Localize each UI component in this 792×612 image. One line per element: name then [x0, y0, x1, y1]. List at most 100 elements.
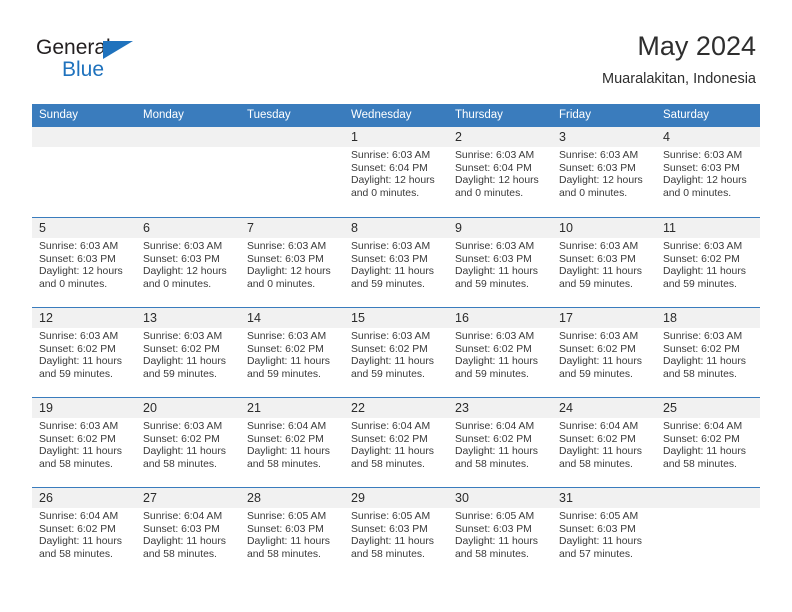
- day-cell[interactable]: 26 Sunrise: 6:04 AM Sunset: 6:02 PM Dayligh…: [32, 487, 136, 577]
- daylight-text-line2: and 58 minutes.: [247, 458, 321, 470]
- day-number: 16: [455, 311, 469, 325]
- sunset-text: Sunset: 6:02 PM: [39, 523, 116, 535]
- day-details: Sunrise: 6:03 AM Sunset: 6:03 PM Daylight:…: [344, 238, 448, 291]
- sunrise-text: Sunrise: 6:05 AM: [455, 511, 535, 522]
- daylight-text-line1: Daylight: 11 hours: [559, 356, 642, 368]
- day-cell[interactable]: 22 Sunrise: 6:04 AM Sunset: 6:02 PM Dayligh…: [344, 397, 448, 487]
- day-cell[interactable]: 6 Sunrise: 6:03 AM Sunset: 6:03 PM Daylight…: [136, 217, 240, 307]
- day-details: Sunrise: 6:03 AM Sunset: 6:03 PM Daylight:…: [656, 147, 760, 200]
- day-details: Sunrise: 6:03 AM Sunset: 6:02 PM Daylight:…: [136, 328, 240, 381]
- day-cell[interactable]: 5 Sunrise: 6:03 AM Sunset: 6:03 PM Daylight…: [32, 217, 136, 307]
- day-cell[interactable]: 1 Sunrise: 6:03 AM Sunset: 6:04 PM Daylight…: [344, 127, 448, 217]
- day-cell[interactable]: 8 Sunrise: 6:03 AM Sunset: 6:03 PM Daylight…: [344, 217, 448, 307]
- sunrise-text: Sunrise: 6:03 AM: [663, 241, 743, 252]
- calendar-body: 1 Sunrise: 6:03 AM Sunset: 6:04 PM Daylight…: [32, 127, 760, 577]
- daylight-text-line1: Daylight: 11 hours: [247, 536, 330, 548]
- sunset-text: Sunset: 6:03 PM: [559, 253, 636, 265]
- day-cell[interactable]: 17 Sunrise: 6:03 AM Sunset: 6:02 PM Dayligh…: [552, 307, 656, 397]
- day-cell[interactable]: 31 Sunrise: 6:05 AM Sunset: 6:03 PM Dayligh…: [552, 487, 656, 577]
- day-cell[interactable]: 19 Sunrise: 6:03 AM Sunset: 6:02 PM Dayligh…: [32, 397, 136, 487]
- general-blue-logo[interactable]: General Blue: [36, 36, 166, 84]
- day-number: 27: [143, 491, 157, 505]
- day-cell[interactable]: 18 Sunrise: 6:03 AM Sunset: 6:02 PM Dayligh…: [656, 307, 760, 397]
- daylight-text-line1: Daylight: 11 hours: [663, 266, 746, 278]
- day-details: Sunrise: 6:03 AM Sunset: 6:02 PM Daylight:…: [240, 328, 344, 381]
- daylight-text-line1: Daylight: 12 hours: [351, 175, 435, 187]
- sunrise-text: Sunrise: 6:03 AM: [39, 331, 119, 342]
- sunset-text: Sunset: 6:04 PM: [351, 162, 428, 174]
- day-details: Sunrise: 6:03 AM Sunset: 6:02 PM Daylight:…: [656, 238, 760, 291]
- day-cell[interactable]: [136, 127, 240, 217]
- day-cell[interactable]: 3 Sunrise: 6:03 AM Sunset: 6:03 PM Daylight…: [552, 127, 656, 217]
- day-cell[interactable]: 11 Sunrise: 6:03 AM Sunset: 6:02 PM Dayligh…: [656, 217, 760, 307]
- daylight-text-line1: Daylight: 12 hours: [247, 266, 331, 278]
- day-cell[interactable]: 14 Sunrise: 6:03 AM Sunset: 6:02 PM Dayligh…: [240, 307, 344, 397]
- sunrise-text: Sunrise: 6:03 AM: [143, 241, 223, 252]
- daylight-text-line2: and 58 minutes.: [143, 548, 217, 560]
- day-details: Sunrise: 6:03 AM Sunset: 6:03 PM Daylight:…: [552, 238, 656, 291]
- sunrise-text: Sunrise: 6:03 AM: [39, 241, 119, 252]
- day-cell[interactable]: 30 Sunrise: 6:05 AM Sunset: 6:03 PM Dayligh…: [448, 487, 552, 577]
- sunrise-text: Sunrise: 6:03 AM: [351, 241, 431, 252]
- day-cell[interactable]: 21 Sunrise: 6:04 AM Sunset: 6:02 PM Dayligh…: [240, 397, 344, 487]
- day-cell[interactable]: [656, 487, 760, 577]
- day-cell[interactable]: 13 Sunrise: 6:03 AM Sunset: 6:02 PM Dayligh…: [136, 307, 240, 397]
- day-cell[interactable]: 7 Sunrise: 6:03 AM Sunset: 6:03 PM Daylight…: [240, 217, 344, 307]
- day-number: 13: [143, 311, 157, 325]
- daylight-text-line2: and 59 minutes.: [351, 368, 425, 380]
- daylight-text-line1: Daylight: 11 hours: [559, 446, 642, 458]
- day-cell[interactable]: 28 Sunrise: 6:05 AM Sunset: 6:03 PM Dayligh…: [240, 487, 344, 577]
- weekday-header-tuesday: Tuesday: [240, 104, 344, 127]
- day-cell[interactable]: 27 Sunrise: 6:04 AM Sunset: 6:03 PM Dayligh…: [136, 487, 240, 577]
- week-row: 26 Sunrise: 6:04 AM Sunset: 6:02 PM Dayligh…: [32, 487, 760, 577]
- day-details: Sunrise: 6:04 AM Sunset: 6:02 PM Daylight:…: [240, 418, 344, 471]
- day-details: Sunrise: 6:05 AM Sunset: 6:03 PM Daylight:…: [240, 508, 344, 561]
- daylight-text-line2: and 58 minutes.: [247, 548, 321, 560]
- day-details: Sunrise: 6:04 AM Sunset: 6:02 PM Daylight:…: [32, 508, 136, 561]
- day-number: 18: [663, 311, 677, 325]
- sunset-text: Sunset: 6:03 PM: [455, 253, 532, 265]
- daylight-text-line1: Daylight: 12 hours: [663, 175, 747, 187]
- daylight-text-line1: Daylight: 11 hours: [351, 356, 434, 368]
- day-details: Sunrise: 6:03 AM Sunset: 6:03 PM Daylight:…: [240, 238, 344, 291]
- day-details: Sunrise: 6:03 AM Sunset: 6:04 PM Daylight:…: [344, 147, 448, 200]
- daylight-text-line2: and 58 minutes.: [663, 458, 737, 470]
- day-number: 28: [247, 491, 261, 505]
- page-header: General Blue May 2024 Muaralakitan, Indo…: [0, 0, 792, 104]
- daylight-text-line1: Daylight: 11 hours: [143, 446, 226, 458]
- sunrise-text: Sunrise: 6:04 AM: [559, 421, 639, 432]
- day-details: Sunrise: 6:03 AM Sunset: 6:04 PM Daylight:…: [448, 147, 552, 200]
- day-cell[interactable]: [32, 127, 136, 217]
- sunrise-text: Sunrise: 6:03 AM: [351, 150, 431, 161]
- day-cell[interactable]: 25 Sunrise: 6:04 AM Sunset: 6:02 PM Dayligh…: [656, 397, 760, 487]
- day-cell[interactable]: 16 Sunrise: 6:03 AM Sunset: 6:02 PM Dayligh…: [448, 307, 552, 397]
- daylight-text-line1: Daylight: 11 hours: [39, 446, 122, 458]
- day-cell[interactable]: 9 Sunrise: 6:03 AM Sunset: 6:03 PM Daylight…: [448, 217, 552, 307]
- sunrise-text: Sunrise: 6:03 AM: [663, 331, 743, 342]
- sunrise-text: Sunrise: 6:03 AM: [247, 241, 327, 252]
- sunrise-text: Sunrise: 6:05 AM: [247, 511, 327, 522]
- sunrise-text: Sunrise: 6:05 AM: [351, 511, 431, 522]
- day-cell[interactable]: 15 Sunrise: 6:03 AM Sunset: 6:02 PM Dayligh…: [344, 307, 448, 397]
- sunrise-text: Sunrise: 6:04 AM: [351, 421, 431, 432]
- daylight-text-line2: and 58 minutes.: [455, 458, 529, 470]
- day-cell[interactable]: [240, 127, 344, 217]
- daylight-text-line2: and 59 minutes.: [39, 368, 113, 380]
- day-cell[interactable]: 10 Sunrise: 6:03 AM Sunset: 6:03 PM Dayligh…: [552, 217, 656, 307]
- day-number: 23: [455, 401, 469, 415]
- day-details: Sunrise: 6:03 AM Sunset: 6:02 PM Daylight:…: [344, 328, 448, 381]
- daylight-text-line2: and 58 minutes.: [351, 548, 425, 560]
- day-number: 12: [39, 311, 53, 325]
- day-details: Sunrise: 6:03 AM Sunset: 6:03 PM Daylight:…: [136, 238, 240, 291]
- day-cell[interactable]: 29 Sunrise: 6:05 AM Sunset: 6:03 PM Dayligh…: [344, 487, 448, 577]
- day-cell[interactable]: 4 Sunrise: 6:03 AM Sunset: 6:03 PM Daylight…: [656, 127, 760, 217]
- daylight-text-line2: and 0 minutes.: [559, 187, 628, 199]
- day-cell[interactable]: 20 Sunrise: 6:03 AM Sunset: 6:02 PM Dayligh…: [136, 397, 240, 487]
- sunset-text: Sunset: 6:02 PM: [559, 343, 636, 355]
- day-cell[interactable]: 12 Sunrise: 6:03 AM Sunset: 6:02 PM Dayligh…: [32, 307, 136, 397]
- day-cell[interactable]: 2 Sunrise: 6:03 AM Sunset: 6:04 PM Daylight…: [448, 127, 552, 217]
- day-number: 25: [663, 401, 677, 415]
- day-cell[interactable]: 24 Sunrise: 6:04 AM Sunset: 6:02 PM Dayligh…: [552, 397, 656, 487]
- sunrise-text: Sunrise: 6:04 AM: [247, 421, 327, 432]
- day-cell[interactable]: 23 Sunrise: 6:04 AM Sunset: 6:02 PM Dayligh…: [448, 397, 552, 487]
